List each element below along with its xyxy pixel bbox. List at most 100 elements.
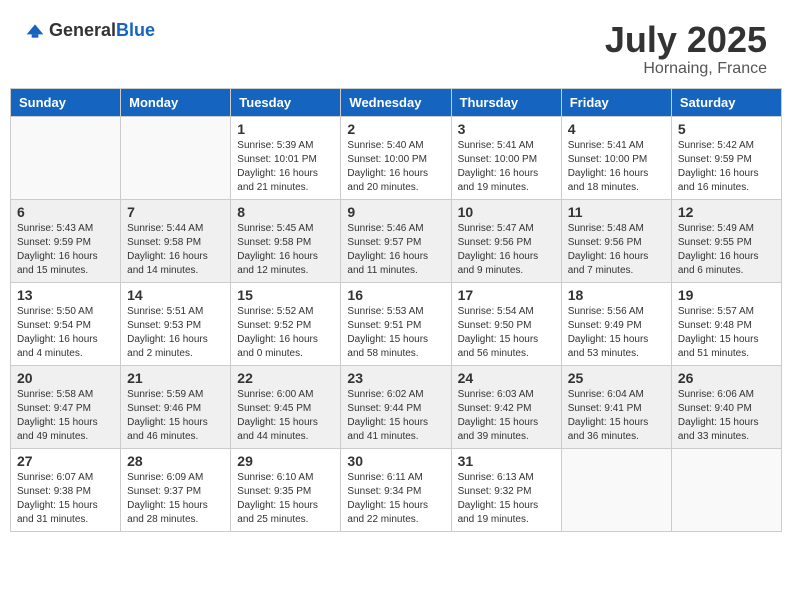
day-number: 17	[458, 287, 555, 303]
calendar-cell-week4-day3: 22Sunrise: 6:00 AM Sunset: 9:45 PM Dayli…	[231, 365, 341, 448]
day-info: Sunrise: 5:57 AM Sunset: 9:48 PM Dayligh…	[678, 305, 775, 361]
calendar-cell-week2-day4: 9 Sunrise: 5:46 AM Sunset: 9:57 PM Daylig…	[341, 199, 451, 282]
calendar: SundayMondayTuesdayWednesdayThursdayFrid…	[10, 88, 782, 532]
calendar-cell-week4-day2: 21 Sunrise: 5:59 AM Sunset: 9:46 PM Dayli…	[121, 365, 231, 448]
day-info: Sunrise: 5:50 AM Sunset: 9:54 PM Dayligh…	[17, 305, 114, 361]
day-info: Sunrise: 5:51 AM Sunset: 9:53 PM Dayligh…	[127, 305, 224, 361]
day-info: Sunrise: 6:11 AM Sunset: 9:34 PM Dayligh…	[347, 471, 444, 527]
calendar-cell-week2-day2: 7 Sunrise: 5:44 AM Sunset: 9:58 PM Daylig…	[121, 199, 231, 282]
day-number: 3	[458, 121, 555, 137]
day-info: Sunrise: 5:59 AM Sunset: 9:46 PM Dayligh…	[127, 388, 224, 444]
calendar-cell-week1-day3: 1 Sunrise: 5:39 AM Sunset: 10:01 PM Dayli…	[231, 116, 341, 199]
day-number: 4	[568, 121, 665, 137]
calendar-cell-week5-day2: 28 Sunrise: 6:09 AM Sunset: 9:37 PM Dayli…	[121, 448, 231, 531]
day-info: Sunrise: 5:58 AM Sunset: 9:47 PM Dayligh…	[17, 388, 114, 444]
calendar-cell-week1-day7: 5 Sunrise: 5:42 AM Sunset: 9:59 PM Daylig…	[671, 116, 781, 199]
day-number: 15	[237, 287, 334, 303]
logo-text-general: General	[49, 20, 116, 40]
day-number: 1	[237, 121, 334, 137]
calendar-cell-week5-day3: 29 Sunrise: 6:10 AM Sunset: 9:35 PM Dayli…	[231, 448, 341, 531]
day-number: 24	[458, 370, 555, 386]
day-info: Sunrise: 5:49 AM Sunset: 9:55 PM Dayligh…	[678, 222, 775, 278]
day-info: Sunrise: 6:10 AM Sunset: 9:35 PM Dayligh…	[237, 471, 334, 527]
calendar-cell-week3-day4: 16 Sunrise: 5:53 AM Sunset: 9:51 PM Dayli…	[341, 282, 451, 365]
day-info: Sunrise: 5:47 AM Sunset: 9:56 PM Dayligh…	[458, 222, 555, 278]
day-info: Sunrise: 5:42 AM Sunset: 9:59 PM Dayligh…	[678, 139, 775, 195]
day-number: 7	[127, 204, 224, 220]
calendar-cell-week5-day4: 30Sunrise: 6:11 AM Sunset: 9:34 PM Dayli…	[341, 448, 451, 531]
day-number: 9	[347, 204, 444, 220]
day-number: 22	[237, 370, 334, 386]
day-info: Sunrise: 5:40 AM Sunset: 10:00 PM Daylig…	[347, 139, 444, 195]
calendar-cell-week2-day6: 11Sunrise: 5:48 AM Sunset: 9:56 PM Dayli…	[561, 199, 671, 282]
day-info: Sunrise: 6:06 AM Sunset: 9:40 PM Dayligh…	[678, 388, 775, 444]
day-info: Sunrise: 6:02 AM Sunset: 9:44 PM Dayligh…	[347, 388, 444, 444]
logo: GeneralBlue	[25, 20, 155, 41]
day-number: 27	[17, 453, 114, 469]
day-info: Sunrise: 5:56 AM Sunset: 9:49 PM Dayligh…	[568, 305, 665, 361]
day-number: 23	[347, 370, 444, 386]
calendar-cell-week4-day6: 25Sunrise: 6:04 AM Sunset: 9:41 PM Dayli…	[561, 365, 671, 448]
day-info: Sunrise: 5:43 AM Sunset: 9:59 PM Dayligh…	[17, 222, 114, 278]
day-number: 13	[17, 287, 114, 303]
day-info: Sunrise: 5:54 AM Sunset: 9:50 PM Dayligh…	[458, 305, 555, 361]
day-number: 19	[678, 287, 775, 303]
day-info: Sunrise: 6:04 AM Sunset: 9:41 PM Dayligh…	[568, 388, 665, 444]
day-info: Sunrise: 6:13 AM Sunset: 9:32 PM Dayligh…	[458, 471, 555, 527]
day-number: 26	[678, 370, 775, 386]
day-number: 18	[568, 287, 665, 303]
weekday-header-thursday: Thursday	[451, 88, 561, 116]
page-header: GeneralBlue July 2025 Hornaing, France	[10, 10, 782, 83]
day-info: Sunrise: 6:09 AM Sunset: 9:37 PM Dayligh…	[127, 471, 224, 527]
calendar-cell-week3-day3: 15Sunrise: 5:52 AM Sunset: 9:52 PM Dayli…	[231, 282, 341, 365]
calendar-cell-week2-day3: 8 Sunrise: 5:45 AM Sunset: 9:58 PM Daylig…	[231, 199, 341, 282]
weekday-header-tuesday: Tuesday	[231, 88, 341, 116]
day-number: 6	[17, 204, 114, 220]
day-info: Sunrise: 5:41 AM Sunset: 10:00 PM Daylig…	[568, 139, 665, 195]
calendar-cell-week5-day5: 31 Sunrise: 6:13 AM Sunset: 9:32 PM Dayli…	[451, 448, 561, 531]
calendar-cell-week4-day4: 23 Sunrise: 6:02 AM Sunset: 9:44 PM Dayli…	[341, 365, 451, 448]
logo-icon	[25, 21, 45, 41]
day-info: Sunrise: 5:53 AM Sunset: 9:51 PM Dayligh…	[347, 305, 444, 361]
day-info: Sunrise: 5:46 AM Sunset: 9:57 PM Dayligh…	[347, 222, 444, 278]
day-info: Sunrise: 6:07 AM Sunset: 9:38 PM Dayligh…	[17, 471, 114, 527]
day-info: Sunrise: 5:45 AM Sunset: 9:58 PM Dayligh…	[237, 222, 334, 278]
calendar-cell-week5-day7	[671, 448, 781, 531]
day-number: 5	[678, 121, 775, 137]
day-number: 21	[127, 370, 224, 386]
calendar-cell-week1-day4: 2 Sunrise: 5:40 AM Sunset: 10:00 PM Dayli…	[341, 116, 451, 199]
calendar-cell-week3-day6: 18 Sunrise: 5:56 AM Sunset: 9:49 PM Dayli…	[561, 282, 671, 365]
day-number: 16	[347, 287, 444, 303]
day-number: 28	[127, 453, 224, 469]
calendar-cell-week4-day7: 26 Sunrise: 6:06 AM Sunset: 9:40 PM Dayli…	[671, 365, 781, 448]
day-number: 10	[458, 204, 555, 220]
day-number: 2	[347, 121, 444, 137]
calendar-cell-week3-day2: 14Sunrise: 5:51 AM Sunset: 9:53 PM Dayli…	[121, 282, 231, 365]
calendar-week-row-2: 6 Sunrise: 5:43 AM Sunset: 9:59 PM Daylig…	[11, 199, 782, 282]
day-info: Sunrise: 5:41 AM Sunset: 10:00 PM Daylig…	[458, 139, 555, 195]
day-number: 29	[237, 453, 334, 469]
day-info: Sunrise: 5:44 AM Sunset: 9:58 PM Dayligh…	[127, 222, 224, 278]
calendar-cell-week1-day6: 4 Sunrise: 5:41 AM Sunset: 10:00 PM Dayli…	[561, 116, 671, 199]
weekday-header-monday: Monday	[121, 88, 231, 116]
day-number: 31	[458, 453, 555, 469]
calendar-cell-week2-day5: 10 Sunrise: 5:47 AM Sunset: 9:56 PM Dayli…	[451, 199, 561, 282]
day-info: Sunrise: 5:39 AM Sunset: 10:01 PM Daylig…	[237, 139, 334, 195]
calendar-cell-week5-day6	[561, 448, 671, 531]
calendar-cell-week3-day1: 13 Sunrise: 5:50 AM Sunset: 9:54 PM Dayli…	[11, 282, 121, 365]
weekday-header-friday: Friday	[561, 88, 671, 116]
calendar-cell-week4-day5: 24Sunrise: 6:03 AM Sunset: 9:42 PM Dayli…	[451, 365, 561, 448]
day-number: 8	[237, 204, 334, 220]
location-title: Hornaing, France	[605, 60, 767, 78]
logo-text-blue: Blue	[116, 20, 155, 40]
weekday-header-saturday: Saturday	[671, 88, 781, 116]
calendar-cell-week2-day7: 12Sunrise: 5:49 AM Sunset: 9:55 PM Dayli…	[671, 199, 781, 282]
calendar-cell-week1-day5: 3 Sunrise: 5:41 AM Sunset: 10:00 PM Dayli…	[451, 116, 561, 199]
calendar-cell-week4-day1: 20Sunrise: 5:58 AM Sunset: 9:47 PM Dayli…	[11, 365, 121, 448]
weekday-header-wednesday: Wednesday	[341, 88, 451, 116]
title-block: July 2025 Hornaing, France	[605, 20, 767, 78]
calendar-cell-week1-day1	[11, 116, 121, 199]
calendar-cell-week3-day5: 17 Sunrise: 5:54 AM Sunset: 9:50 PM Dayli…	[451, 282, 561, 365]
calendar-week-row-4: 20Sunrise: 5:58 AM Sunset: 9:47 PM Dayli…	[11, 365, 782, 448]
calendar-week-row-5: 27 Sunrise: 6:07 AM Sunset: 9:38 PM Dayli…	[11, 448, 782, 531]
